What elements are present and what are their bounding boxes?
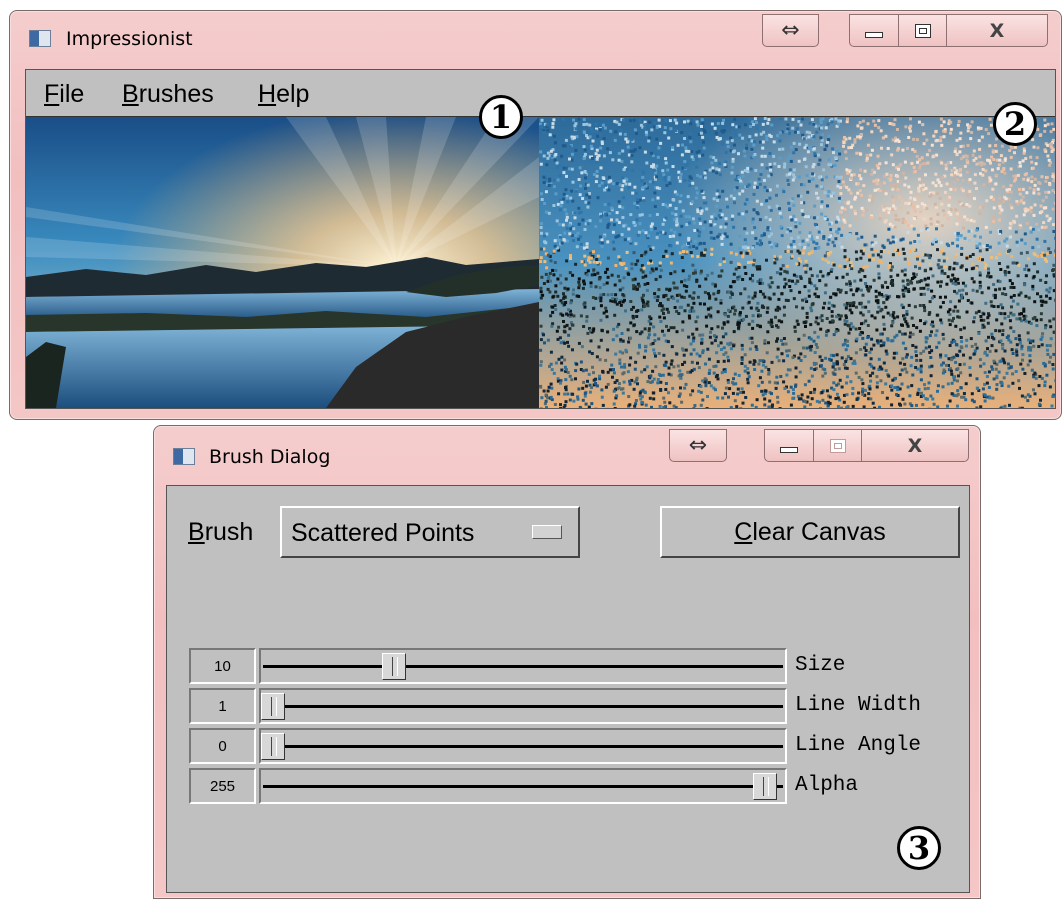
size-value-box[interactable]: 10 [189, 648, 256, 684]
dialog-icon [173, 448, 195, 465]
line-angle-value-box[interactable]: 0 [189, 728, 256, 764]
brush-type-choice[interactable]: Scattered Points [280, 506, 580, 558]
callout-badge-3: 3 [897, 826, 941, 870]
alpha-slider-row: 255 Alpha [189, 768, 949, 806]
line-width-slider-row: 1 Line Width [189, 688, 949, 726]
menu-brushes[interactable]: Brushes [122, 80, 214, 109]
menu-help[interactable]: Help [258, 80, 309, 109]
impressionist-window: Impressionist ⇔ X File Brushes Help 1 2 [9, 10, 1062, 420]
alpha-slider-thumb[interactable] [753, 773, 777, 800]
dialog-minimize-button[interactable] [765, 430, 813, 461]
alpha-slider[interactable] [259, 768, 787, 804]
minimize-icon [865, 31, 883, 38]
clear-canvas-button[interactable]: Clear Canvas [660, 506, 960, 558]
alpha-value-box[interactable]: 255 [189, 768, 256, 804]
app-icon [29, 30, 51, 47]
dialog-title: Brush Dialog [209, 446, 331, 468]
callout-badge-2: 2 [993, 102, 1037, 146]
line-width-value-box[interactable]: 1 [189, 688, 256, 724]
line-width-label: Line Width [795, 694, 922, 717]
original-landscape-image [26, 117, 539, 408]
dialog-maximize-button [813, 430, 861, 461]
line-angle-label: Line Angle [795, 734, 922, 757]
restore-icon [914, 23, 931, 38]
menu-file[interactable]: File [44, 80, 84, 109]
window-controls: X [849, 14, 1048, 47]
size-label: Size [795, 654, 846, 677]
double-arrow-icon: ⇔ [688, 433, 708, 458]
line-width-slider-thumb[interactable] [261, 693, 285, 720]
resize-arrow-button[interactable]: ⇔ [762, 14, 819, 47]
window-title: Impressionist [66, 28, 193, 50]
callout-badge-1: 1 [479, 95, 523, 139]
dialog-window-controls: X [764, 429, 969, 462]
dropdown-indicator-icon [532, 525, 562, 539]
line-angle-slider-row: 0 Line Angle [189, 728, 949, 766]
painting-canvas[interactable] [539, 117, 1055, 408]
brush-label: Brush [188, 518, 254, 546]
brush-dialog-window: Brush Dialog ⇔ X Brush Scattered Points … [153, 425, 981, 899]
line-width-slider[interactable] [259, 688, 787, 724]
dialog-resize-arrow-button[interactable]: ⇔ [669, 429, 727, 462]
close-icon: X [989, 19, 1005, 42]
main-client-area: File Brushes Help [25, 69, 1056, 409]
original-image-canvas[interactable] [26, 117, 539, 408]
line-angle-slider-thumb[interactable] [261, 733, 285, 760]
brush-type-value: Scattered Points [291, 519, 475, 547]
size-slider[interactable] [259, 648, 787, 684]
line-angle-slider[interactable] [259, 728, 787, 764]
size-slider-thumb[interactable] [381, 653, 406, 680]
size-slider-row: 10 Size [189, 648, 949, 686]
dialog-close-button[interactable]: X [861, 430, 968, 461]
double-arrow-icon: ⇔ [781, 18, 800, 43]
close-button[interactable]: X [946, 15, 1047, 46]
brush-dialog-client: Brush Scattered Points Clear Canvas 10 S… [166, 485, 970, 893]
maximize-button[interactable] [898, 15, 946, 46]
minimize-button[interactable] [850, 15, 898, 46]
alpha-label: Alpha [795, 774, 859, 797]
minimize-icon [780, 446, 798, 453]
close-icon: X [907, 434, 923, 457]
maximize-icon [829, 438, 846, 453]
impressionist-painting [539, 117, 1055, 408]
menu-bar: File Brushes Help [26, 70, 1055, 117]
